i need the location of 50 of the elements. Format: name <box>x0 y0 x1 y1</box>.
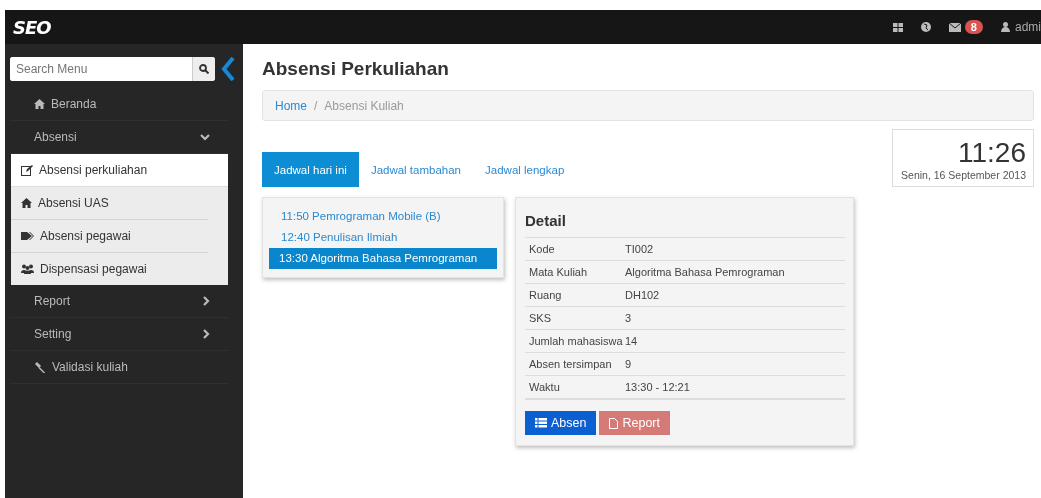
absen-button[interactable]: Absen <box>525 411 597 435</box>
submenu-item[interactable]: Absensi UAS <box>11 187 208 220</box>
schedule-item[interactable]: 11:50 Pemrograman Mobile (B) <box>269 206 497 227</box>
search-icon <box>199 64 209 74</box>
submenu-item[interactable]: Dispensasi pegawai <box>11 253 208 285</box>
home-icon <box>34 99 45 109</box>
tab[interactable]: Jadwal lengkap <box>473 152 577 187</box>
field-label: Mata Kuliah <box>528 266 589 278</box>
field-value: TI002 <box>625 243 654 255</box>
detail-title: Detail <box>525 212 567 229</box>
user-name[interactable]: admi <box>1015 20 1041 34</box>
schedule-item[interactable]: 13:30 Algoritma Bahasa Pemrograman <box>269 248 497 269</box>
tab[interactable]: Jadwal hari ini <box>262 152 359 187</box>
edit-icon <box>21 164 33 176</box>
field-label: Jumlah mahasiswa <box>528 335 624 347</box>
logo: SEO <box>13 16 51 38</box>
menu-item[interactable]: Validasi kuliah <box>10 351 228 384</box>
menu-item[interactable]: Setting <box>10 318 228 351</box>
envelope-icon <box>948 22 961 32</box>
clock-date: Senin, 16 September 2013 <box>901 169 1026 181</box>
field-value: DH102 <box>625 289 660 301</box>
user-icon <box>1001 22 1010 32</box>
field-label: SKS <box>528 312 552 324</box>
field-label: Absen tersimpan <box>528 358 613 370</box>
list-icon <box>535 418 547 428</box>
clock-time: 11:26 <box>958 137 1026 169</box>
field-value: 3 <box>625 312 632 324</box>
search-field[interactable]: Search Menu <box>10 57 215 81</box>
field-label: Kode <box>528 243 556 255</box>
collapse-icon[interactable] <box>221 57 235 81</box>
tag-icon <box>21 231 34 241</box>
submenu-item[interactable]: Absensi perkuliahan <box>11 154 228 187</box>
field-label: Waktu <box>528 381 561 393</box>
home-icon <box>21 198 32 208</box>
field-value: 13:30 - 12:21 <box>625 381 690 393</box>
people-icon <box>21 264 34 274</box>
page-title: Absensi Perkuliahan <box>262 58 450 80</box>
menu-item[interactable]: Beranda <box>10 88 228 121</box>
submenu-item[interactable]: Absensi pegawai <box>11 220 208 253</box>
menu-item[interactable]: Report <box>10 285 228 318</box>
tab[interactable]: Jadwal tambahan <box>358 152 474 187</box>
field-value: 9 <box>625 358 632 370</box>
field-label: Ruang <box>528 289 563 301</box>
notification-badge: 8 <box>964 20 983 34</box>
field-value: 14 <box>625 335 638 347</box>
breadcrumb-current: Absensi Kuliah <box>324 98 404 113</box>
breadcrumb-separator: / <box>314 98 318 113</box>
field-value: Algoritma Bahasa Pemrograman <box>625 266 785 278</box>
document-icon <box>609 417 619 429</box>
grid-icon <box>892 22 903 32</box>
